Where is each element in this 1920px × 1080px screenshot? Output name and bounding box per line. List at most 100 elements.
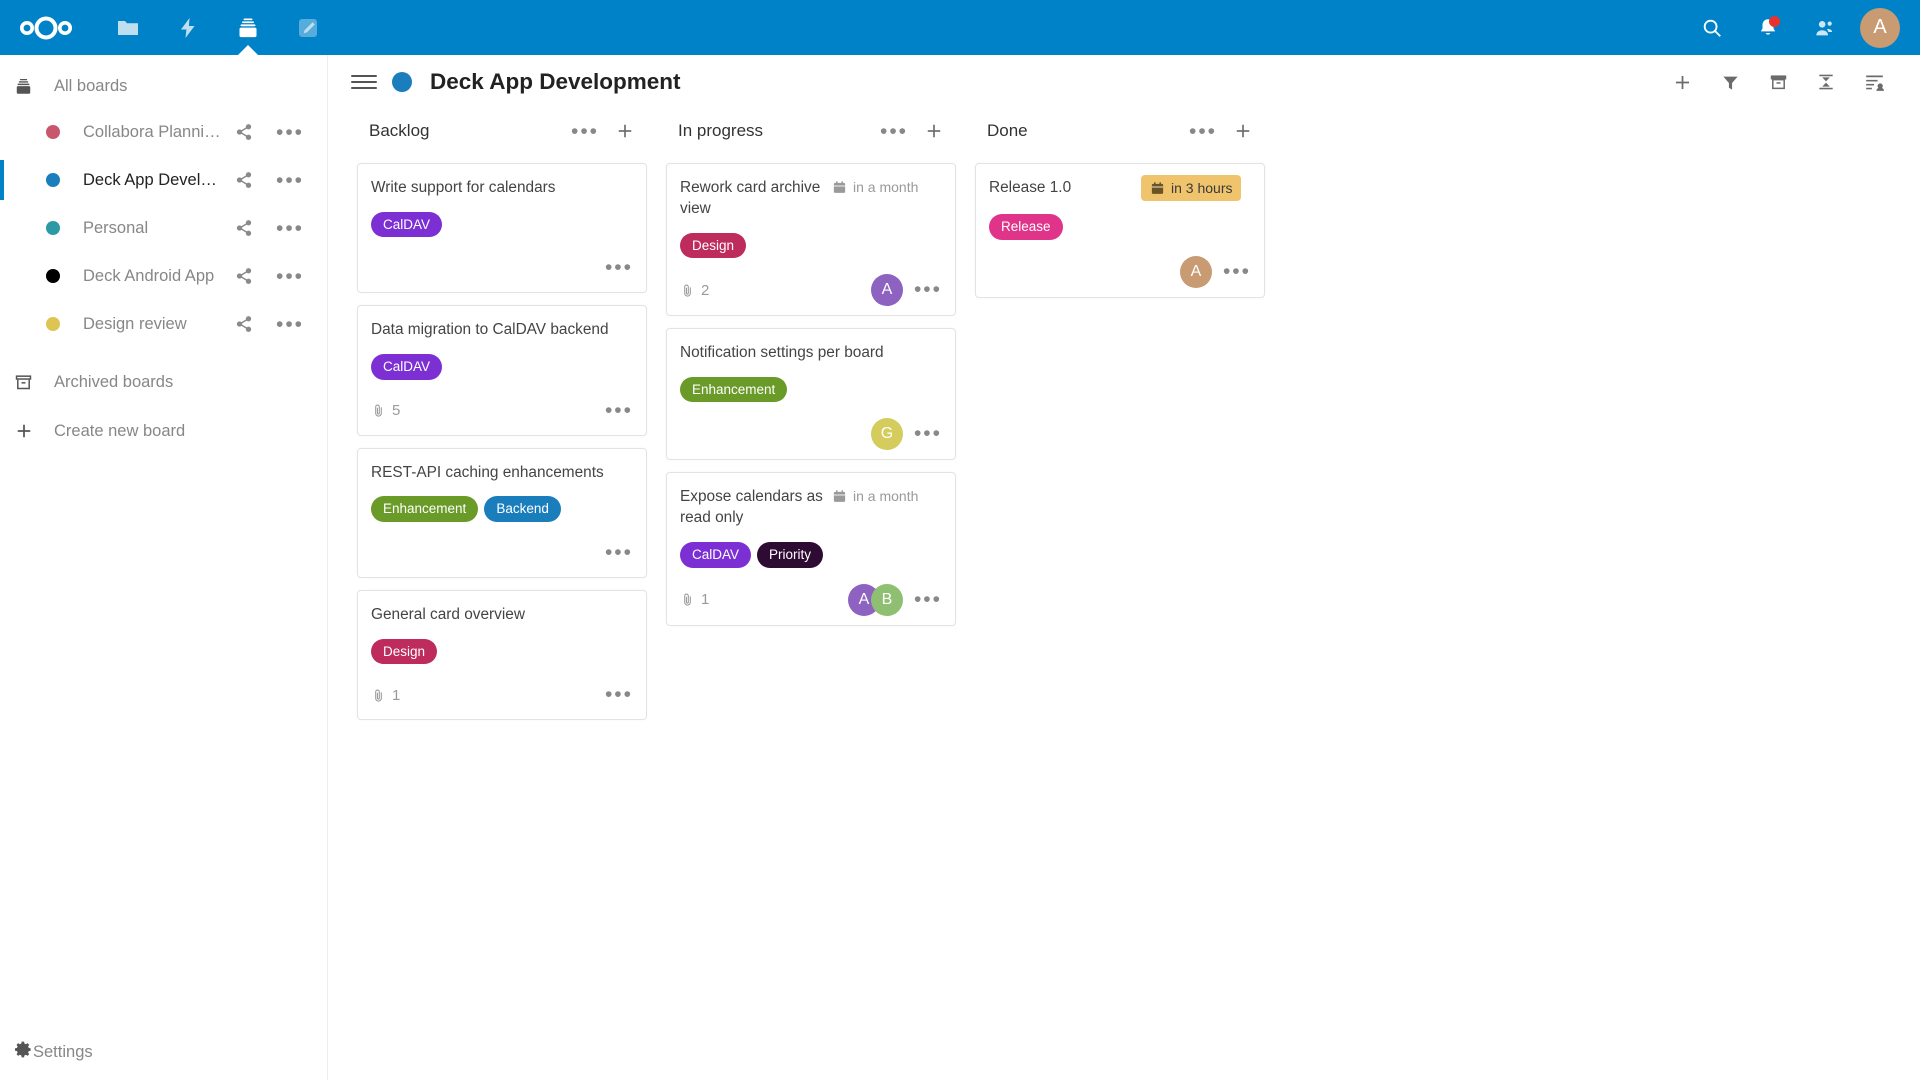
- card-footer-right: A •••: [1179, 255, 1251, 288]
- card-label: CalDAV: [680, 542, 752, 568]
- more-options-icon[interactable]: •••: [267, 108, 313, 156]
- share-icon[interactable]: [221, 252, 267, 300]
- card-footer: 5 •••: [371, 396, 633, 426]
- board-color-dot: [46, 269, 60, 283]
- files-app-icon[interactable]: [98, 0, 158, 55]
- sidebar-board-actions: •••: [221, 204, 327, 252]
- sidebar-board-label: Deck App Develo...: [83, 170, 221, 189]
- card-label: Enhancement: [371, 496, 479, 522]
- board-column: In progress ••• Rework card archive view…: [666, 111, 956, 626]
- activity-app-icon[interactable]: [158, 0, 218, 55]
- add-card-button[interactable]: [605, 111, 645, 151]
- contacts-icon[interactable]: [1796, 0, 1852, 55]
- more-options-icon[interactable]: •••: [605, 257, 633, 279]
- board-card[interactable]: Rework card archive view in a month Desi…: [666, 163, 956, 317]
- more-options-icon[interactable]: •••: [1183, 111, 1223, 151]
- plus-icon: [14, 421, 44, 441]
- more-options-icon[interactable]: •••: [267, 252, 313, 300]
- sidebar-item-archived-boards[interactable]: Archived boards: [0, 360, 327, 404]
- more-options-icon[interactable]: •••: [914, 589, 942, 611]
- more-options-icon[interactable]: •••: [267, 300, 313, 348]
- card-attachment-count: 5: [371, 402, 400, 419]
- card-attachment-count: 2: [680, 282, 709, 299]
- more-options-icon[interactable]: •••: [1223, 261, 1251, 283]
- card-label: Priority: [757, 542, 824, 568]
- board-card[interactable]: Notification settings per board Enhancem…: [666, 328, 956, 461]
- share-icon[interactable]: [221, 300, 267, 348]
- notification-badge: [1769, 16, 1780, 27]
- more-options-icon[interactable]: •••: [565, 111, 605, 151]
- text-app-icon[interactable]: [278, 0, 338, 55]
- sidebar-all-boards-label: All boards: [54, 76, 128, 95]
- sidebar-item-create-new-board[interactable]: Create new board: [0, 409, 327, 453]
- paperclip-icon: [371, 688, 386, 703]
- sidebar-board-item[interactable]: Deck App Develo... •••: [0, 156, 327, 204]
- bell-icon[interactable]: [1740, 0, 1796, 55]
- card-labels: Design: [680, 232, 942, 259]
- avatar: B: [870, 583, 903, 616]
- board-card[interactable]: Write support for calendars CalDAV •••: [357, 163, 647, 294]
- card-title: Expose calendars as read only: [680, 488, 823, 527]
- more-options-icon[interactable]: •••: [874, 111, 914, 151]
- filter-button[interactable]: [1706, 58, 1754, 106]
- board-card[interactable]: REST-API caching enhancements Enhancemen…: [357, 447, 647, 578]
- archived-cards-button[interactable]: [1754, 58, 1802, 106]
- more-options-icon[interactable]: •••: [914, 279, 942, 301]
- board-header-actions: [1658, 58, 1898, 106]
- board-card[interactable]: Expose calendars as read only in a month…: [666, 472, 956, 626]
- column-header: Done •••: [975, 111, 1265, 151]
- share-icon[interactable]: [221, 108, 267, 156]
- board-card[interactable]: Data migration to CalDAV backend CalDAV …: [357, 305, 647, 436]
- card-attachment-count: 1: [371, 687, 400, 704]
- more-options-icon[interactable]: •••: [605, 684, 633, 706]
- card-labels: Enhancement Backend: [371, 496, 633, 522]
- card-footer-right: •••: [594, 257, 633, 279]
- card-footer-right: AB •••: [847, 583, 942, 616]
- card-labels: Design: [371, 638, 633, 665]
- board-column: Done ••• Release 1.0 in 3 hours Release: [975, 111, 1265, 298]
- sidebar-board-item[interactable]: Deck Android App •••: [0, 252, 327, 300]
- card-header: Write support for calendars: [371, 178, 633, 199]
- add-card-button[interactable]: [1223, 111, 1263, 151]
- user-avatar[interactable]: A: [1860, 7, 1900, 48]
- board-card[interactable]: General card overview Design 1 •••: [357, 589, 647, 721]
- sidebar-item-all-boards[interactable]: All boards: [0, 64, 327, 108]
- search-icon[interactable]: [1684, 0, 1740, 55]
- card-footer: •••: [371, 253, 633, 283]
- more-options-icon[interactable]: •••: [267, 204, 313, 252]
- card-due-date: in 3 hours: [1141, 175, 1242, 201]
- sidebar-board-item[interactable]: Personal •••: [0, 204, 327, 252]
- calendar-icon: [1150, 181, 1165, 196]
- add-card-button[interactable]: [1658, 58, 1706, 106]
- card-footer-right: •••: [594, 400, 633, 422]
- collapse-button[interactable]: [1802, 58, 1850, 106]
- share-icon[interactable]: [221, 204, 267, 252]
- board-card[interactable]: Release 1.0 in 3 hours Release A •••: [975, 163, 1265, 298]
- more-options-icon[interactable]: •••: [605, 400, 633, 422]
- card-title: Notification settings per board: [680, 344, 884, 362]
- card-attachment-count-label: 2: [701, 281, 710, 299]
- card-header: REST-API caching enhancements: [371, 463, 633, 484]
- sidebar-settings-label: Settings: [33, 1042, 93, 1061]
- more-options-icon[interactable]: •••: [267, 156, 313, 204]
- sidebar-board-item[interactable]: Collabora Planning •••: [0, 108, 327, 156]
- board-details-button[interactable]: [1850, 58, 1898, 106]
- deck-app-icon[interactable]: [218, 0, 278, 55]
- board-column: Backlog ••• Write support for calendars …: [357, 111, 647, 721]
- more-options-icon[interactable]: •••: [914, 423, 942, 445]
- hamburger-menu-icon[interactable]: [351, 75, 377, 89]
- sidebar-board-label: Deck Android App: [83, 266, 215, 285]
- card-title: Release 1.0: [989, 179, 1072, 196]
- card-footer-right: A •••: [870, 274, 942, 307]
- more-options-icon[interactable]: •••: [605, 542, 633, 564]
- board-color-dot: [46, 221, 60, 235]
- sidebar-board-item[interactable]: Design review •••: [0, 300, 327, 348]
- nextcloud-logo[interactable]: [18, 11, 74, 45]
- add-card-button[interactable]: [914, 111, 954, 151]
- column-title: Done: [987, 121, 1028, 140]
- sidebar-item-settings[interactable]: Settings: [0, 1030, 327, 1074]
- calendar-icon: [832, 180, 847, 195]
- card-header: Rework card archive view in a month: [680, 178, 942, 220]
- deck-stack-icon: [14, 77, 44, 96]
- share-icon[interactable]: [221, 156, 267, 204]
